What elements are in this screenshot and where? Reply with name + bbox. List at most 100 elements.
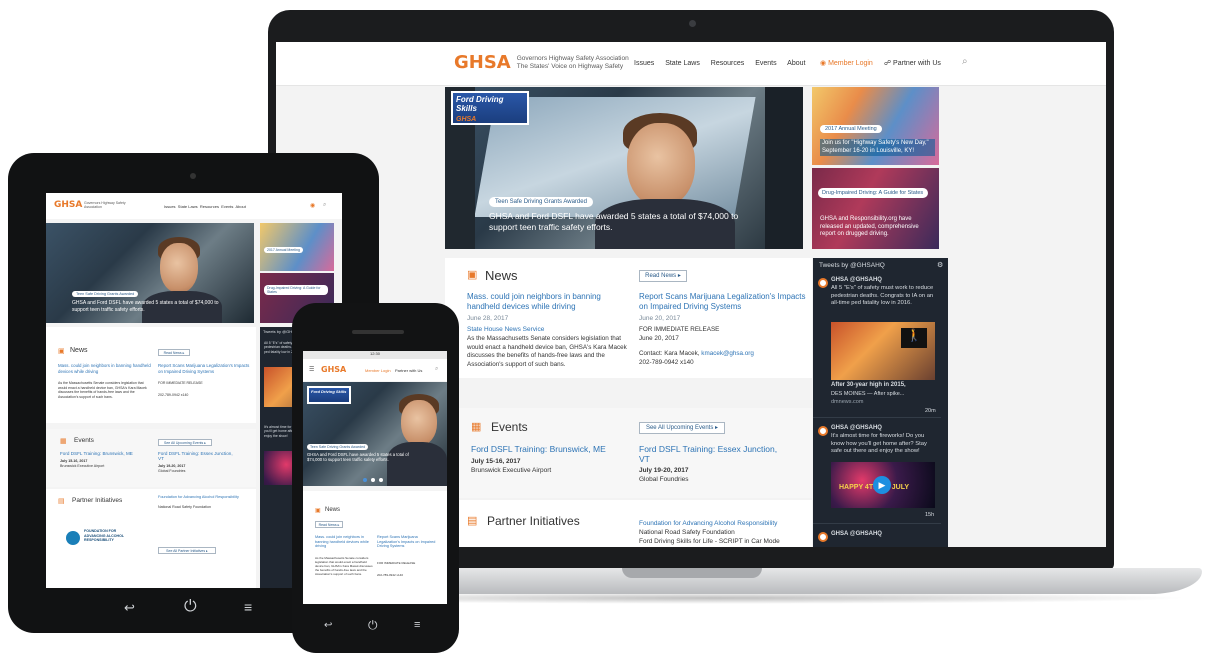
news-icon: ▣ [315, 508, 321, 514]
user-icon[interactable]: ◉ [310, 202, 315, 209]
partner-link[interactable]: Partner with Us [395, 368, 422, 373]
partner-link[interactable]: ☍ Partner with Us [884, 59, 941, 67]
logo-mark[interactable]: GHSA [321, 365, 346, 374]
play-icon[interactable]: ▶ [873, 476, 891, 494]
hero-tag[interactable]: Teen Safe Driving Grants Awarded [489, 197, 593, 207]
ford-banner-brand: GHSA [456, 116, 477, 123]
ford-dsfl-banner: Ford Driving Skills [307, 386, 351, 404]
tweet-video[interactable]: HAPPY 4TH OF JULY ▶ [831, 462, 935, 508]
news-release-date: June 20, 2017 [639, 335, 679, 342]
hero-tag[interactable]: Teen Safe Driving Grants Awarded [307, 444, 369, 450]
see-all-events-button[interactable]: See All Upcoming Events ▸ [158, 439, 212, 446]
news-headline[interactable]: Mass. could join neighbors in banning ha… [58, 363, 152, 374]
event-venue: Global Foundries [639, 476, 689, 483]
partners-icon: ▤ [58, 498, 65, 505]
tweet-author[interactable]: GHSA @GHSAHQ [831, 531, 882, 537]
nav-resources[interactable]: Resources [200, 204, 219, 209]
tweet[interactable]: GHSA @GHSAHQ It's almost time for firewo… [813, 420, 941, 524]
partners-title: Partner Initiatives [487, 514, 580, 528]
hero-tag[interactable]: Teen Safe Driving Grants Awarded [72, 291, 139, 297]
nav-issues[interactable]: Issues [164, 204, 176, 209]
twitter-header: Tweets by @GHSAHQ [819, 262, 885, 269]
tweet-image[interactable]: 🚶 [831, 322, 935, 380]
news-headline[interactable]: Mass. could join neighbors in banning ha… [467, 292, 635, 312]
site-logo[interactable]: GHSA Governors Highway Safety Associatio… [454, 52, 629, 73]
partner-line: National Road Safety Foundation [639, 529, 735, 536]
contact-label: Contact: Kara Macek, [639, 350, 700, 357]
power-button[interactable]: ⏻ [184, 598, 197, 616]
nav-state-laws[interactable]: State Laws [178, 204, 198, 209]
news-headline[interactable]: Report Scans Marijuana Legalization's Im… [377, 535, 441, 549]
menu-button[interactable]: ≡ [244, 599, 252, 615]
power-button[interactable]: ⏻ [368, 618, 378, 633]
event-title[interactable]: Ford DSFL Training: Essex Junction, VT [158, 451, 238, 461]
partner-link-faar[interactable]: Foundation for Advancing Alcohol Respons… [639, 520, 777, 527]
main-nav: Issues State Laws Resources Events About [634, 60, 814, 67]
twitter-feed[interactable]: Tweets by @GHSAHQ ⚙ GHSA @GHSAHQ All 5 "… [813, 258, 948, 547]
faar-logo[interactable]: FOUNDATION FOR ADVANCING ALCOHOL RESPONS… [66, 527, 132, 553]
member-login-link[interactable]: Member Login [365, 368, 391, 373]
side-card-drug-impaired[interactable]: Drug-Impaired Driving: A Guide for State… [812, 168, 939, 249]
search-icon[interactable]: ⌕ [962, 56, 968, 67]
partner-line: Ford Driving Skills for Life - SCRIPT in… [639, 538, 780, 545]
event-title[interactable]: Ford DSFL Training: Brunswick, ME [471, 444, 606, 454]
user-icon: ◉ [820, 60, 827, 67]
search-icon[interactable]: ⌕ [435, 366, 438, 373]
nav-events[interactable]: Events [755, 60, 776, 67]
nav-about[interactable]: About [235, 204, 245, 209]
read-news-button[interactable]: Read News ▸ [315, 521, 343, 528]
event-venue: Brunswick Executive Airport [471, 467, 552, 474]
handshake-icon: ☍ [884, 60, 892, 67]
side-card[interactable]: 2017 Annual Meeting [260, 223, 334, 271]
hero-image[interactable]: Ford Driving Skills Teen Safe Driving Gr… [303, 382, 447, 486]
carousel-dot[interactable] [371, 478, 375, 482]
nav-about[interactable]: About [787, 60, 805, 67]
carousel-dot[interactable] [363, 478, 367, 482]
news-source[interactable]: State House News Service [467, 326, 544, 333]
news-title: News [70, 347, 88, 354]
news-headline[interactable]: Report Scans Marijuana Legalization's Im… [158, 363, 252, 374]
menu-button[interactable]: ≡ [414, 619, 420, 631]
tweet-card-title: After 30-year high in 2015, [831, 382, 906, 388]
calendar-icon: ▦ [471, 421, 482, 433]
phone-screen: 12:30 ☰ GHSA Member Login Partner with U… [303, 351, 447, 604]
side-card-annual-meeting[interactable]: 2017 Annual Meeting Join us for "Highway… [812, 87, 939, 165]
tweet[interactable]: GHSA @GHSAHQ All 5 "E's" of safety must … [813, 272, 941, 418]
partner-link-faar[interactable]: Foundation for Advancing Alcohol Respons… [158, 495, 248, 499]
tweet[interactable]: GHSA @GHSAHQ [813, 526, 941, 547]
tweet-author[interactable]: GHSA @GHSAHQ [831, 425, 882, 431]
news-phone: 202-789-0942 x140 [377, 573, 404, 577]
nav-state-laws[interactable]: State Laws [665, 60, 700, 67]
globe-icon [66, 531, 80, 545]
back-button[interactable]: ↩ [124, 600, 135, 616]
hero-image[interactable]: Ford Driving Skills GHSA Teen Safe Drivi… [445, 87, 803, 249]
news-headline[interactable]: Mass. could join neighbors in banning ha… [315, 535, 373, 549]
carousel-dot[interactable] [379, 478, 383, 482]
logo-mark[interactable]: GHSA [54, 200, 82, 210]
news-headline[interactable]: Report Scans Marijuana Legalization's Im… [639, 292, 811, 312]
tweet-author[interactable]: GHSA @GHSAHQ [831, 277, 882, 283]
see-all-events-button[interactable]: See All Upcoming Events ▸ [639, 422, 725, 434]
read-news-button[interactable]: Read News ▸ [158, 349, 190, 356]
nav-issues[interactable]: Issues [634, 60, 654, 67]
nav-events[interactable]: Events [221, 204, 233, 209]
org-name: Governors Highway Safety Association [516, 55, 629, 63]
avatar [818, 426, 828, 436]
camera-icon [689, 20, 696, 27]
member-login-link[interactable]: ◉ Member Login [820, 59, 873, 67]
see-all-partners-button[interactable]: See All Partner Initiatives ▸ [158, 547, 216, 554]
nav-resources[interactable]: Resources [711, 60, 744, 67]
read-news-button[interactable]: Read News ▸ [639, 270, 687, 282]
contact-email[interactable]: kmacek@ghsa.org [701, 350, 754, 357]
back-button[interactable]: ↩ [324, 620, 332, 631]
event-title[interactable]: Ford DSFL Training: Brunswick, ME [60, 451, 133, 456]
gear-icon[interactable]: ⚙ [937, 261, 943, 269]
side-card-tag: 2017 Annual Meeting [820, 125, 882, 133]
carousel-dots[interactable] [363, 478, 387, 482]
hero-caption: GHSA and Ford DSFL have awarded 5 states… [307, 452, 409, 463]
search-icon[interactable]: ⌕ [323, 202, 326, 209]
hero-image[interactable]: Teen Safe Driving Grants Awarded GHSA an… [46, 223, 254, 323]
hamburger-icon[interactable]: ☰ [309, 366, 314, 373]
events-title: Events [491, 420, 528, 434]
event-title[interactable]: Ford DSFL Training: Essex Junction, VT [639, 444, 779, 464]
